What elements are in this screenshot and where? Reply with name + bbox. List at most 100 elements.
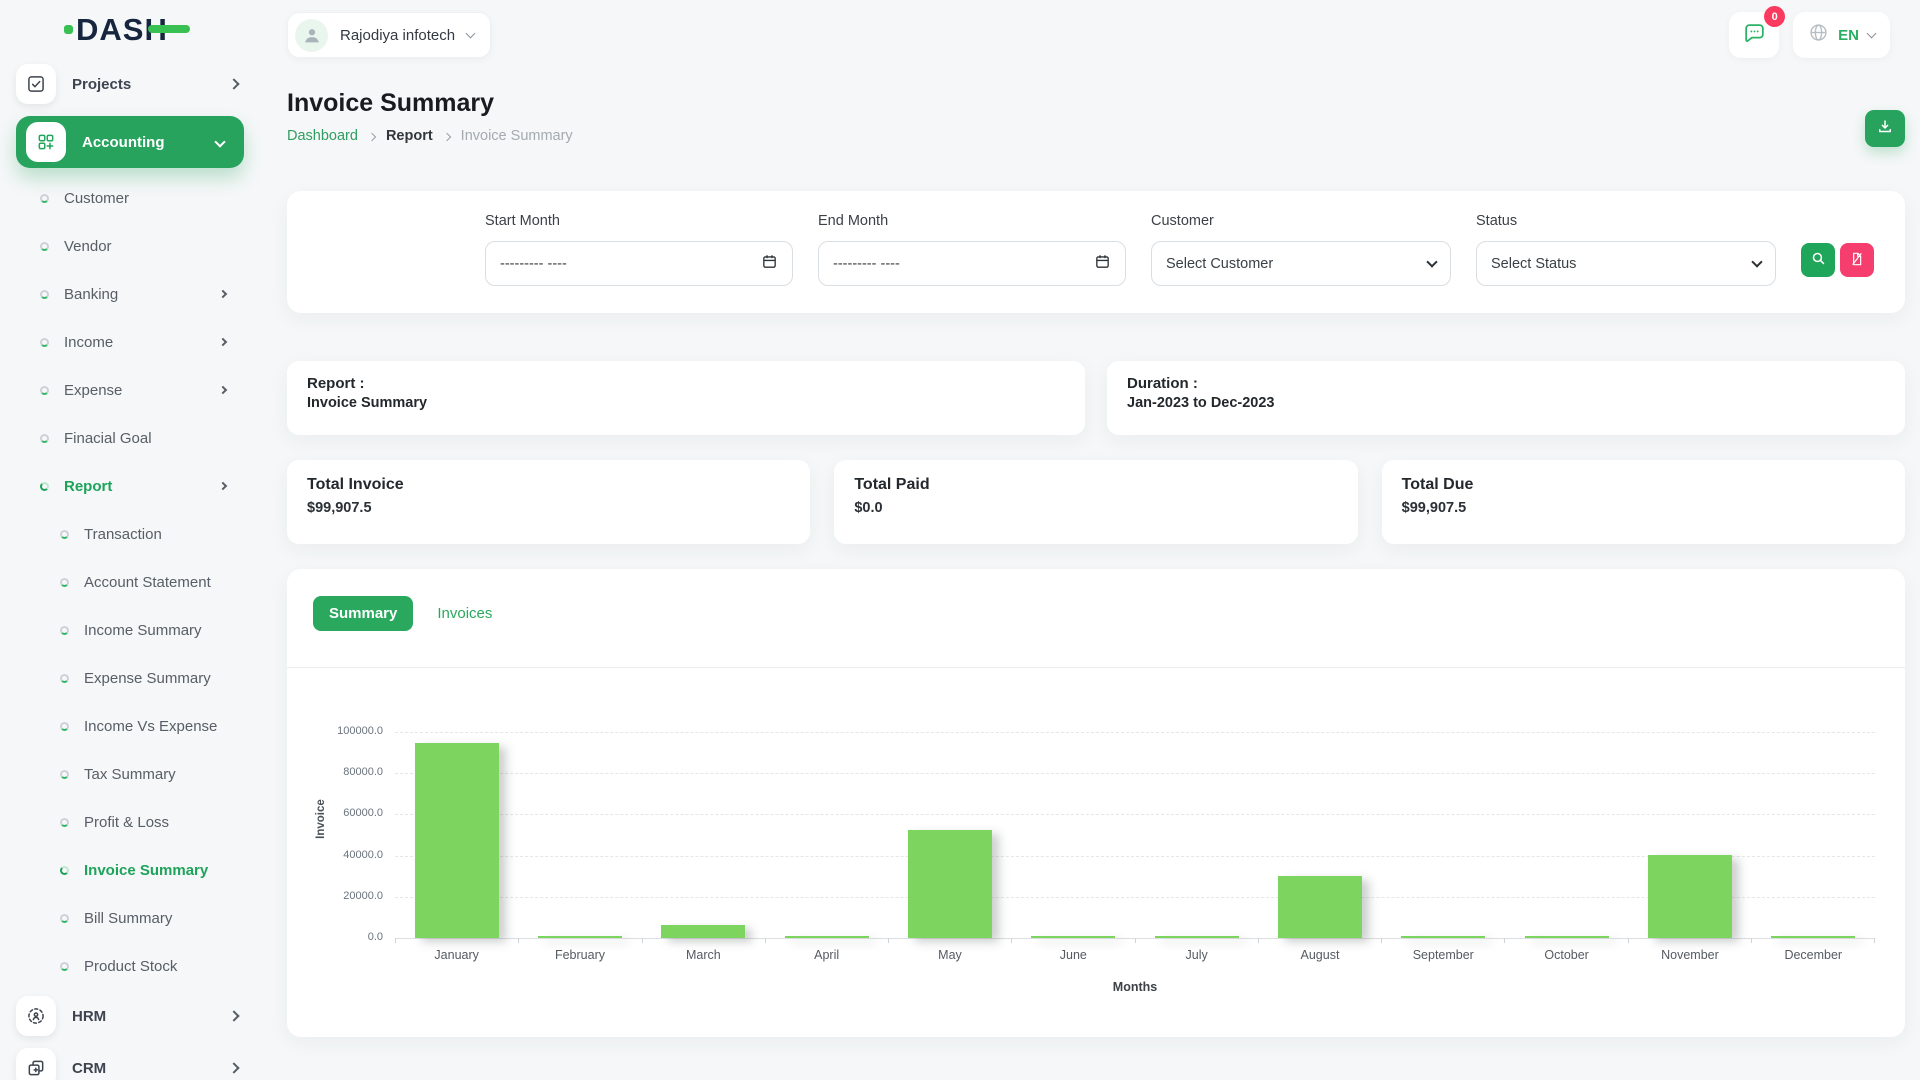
total-due-value: $99,907.5: [1402, 500, 1885, 516]
chart-tabs: Summary Invoices: [287, 569, 1905, 631]
bar-august[interactable]: [1278, 876, 1362, 938]
calendar-icon[interactable]: [1094, 253, 1111, 275]
sidebar-item-account-statement[interactable]: Account Statement: [0, 558, 264, 606]
sidebar-item-product-stock[interactable]: Product Stock: [0, 942, 264, 990]
y-tick-label: 100000.0: [291, 725, 383, 737]
sidebar-item-expense[interactable]: Expense: [0, 366, 264, 414]
sidebar-item-income[interactable]: Income: [0, 318, 264, 366]
breadcrumb-report[interactable]: Report: [386, 128, 433, 144]
sidebar-item-customer[interactable]: Customer: [0, 174, 264, 222]
sidebar-item-label: Bill Summary: [84, 910, 172, 927]
customer-label: Customer: [1151, 213, 1451, 229]
calendar-icon[interactable]: [761, 253, 778, 275]
logo-link[interactable]: DASH: [64, 14, 168, 45]
bar-may[interactable]: [908, 830, 992, 938]
sidebar-item-tax-summary[interactable]: Tax Summary: [0, 750, 264, 798]
sidebar-item-banking[interactable]: Banking: [0, 270, 264, 318]
chevron-down-icon: [1751, 256, 1762, 267]
download-button[interactable]: [1865, 110, 1905, 147]
bar-column: [1382, 732, 1505, 938]
sidebar-item-accounting[interactable]: Accounting: [16, 116, 244, 168]
bar-column: [1628, 732, 1751, 938]
sidebar-item-label: Invoice Summary: [84, 862, 208, 879]
sidebar-item-hrm[interactable]: HRM: [0, 990, 264, 1042]
y-tick-label: 40000.0: [291, 849, 383, 861]
sidebar-item-label: Tax Summary: [84, 766, 176, 783]
sidebar: DASH Projects Accounting Customer Vendor Ban…: [0, 0, 264, 1080]
x-tick-label: January: [395, 948, 518, 962]
y-tick-label: 60000.0: [291, 807, 383, 819]
status-select[interactable]: Select Status: [1476, 241, 1776, 286]
reset-filter-button[interactable]: [1840, 243, 1874, 277]
bullet-icon: [40, 242, 49, 251]
logo-dot-icon: [64, 25, 73, 34]
search-icon: [1810, 250, 1827, 270]
chevron-right-icon: [368, 132, 376, 140]
chart-card: Summary Invoices Invoice Months 100000.0…: [287, 569, 1905, 1037]
end-month-input[interactable]: --------- ----: [818, 241, 1126, 286]
sidebar-item-label: Customer: [64, 190, 129, 207]
tab-summary[interactable]: Summary: [313, 596, 413, 631]
search-button[interactable]: [1801, 243, 1835, 277]
sidebar-item-profit-loss[interactable]: Profit & Loss: [0, 798, 264, 846]
accounting-icon: [26, 122, 66, 162]
bar-november[interactable]: [1648, 855, 1732, 938]
bar-column: [395, 732, 518, 938]
total-invoice-value: $99,907.5: [307, 500, 790, 516]
duration-card-title: Duration :: [1127, 375, 1885, 392]
sidebar-item-label: Account Statement: [84, 574, 211, 591]
bullet-icon: [60, 866, 69, 875]
sidebar-item-crm[interactable]: CRM: [0, 1042, 264, 1080]
x-tick-label: April: [765, 948, 888, 962]
tab-invoices[interactable]: Invoices: [421, 596, 508, 631]
sidebar-item-income-vs-expense[interactable]: Income Vs Expense: [0, 702, 264, 750]
x-axis-ticks: [395, 938, 1875, 943]
chevron-right-icon: [228, 1010, 239, 1021]
bullet-icon: [60, 674, 69, 683]
end-month-group: End Month --------- ----: [818, 213, 1126, 286]
sidebar-item-bill-summary[interactable]: Bill Summary: [0, 894, 264, 942]
bullet-icon: [40, 386, 49, 395]
logo: DASH: [0, 0, 264, 58]
sidebar-item-label: Vendor: [64, 238, 112, 255]
x-tick-label: May: [888, 948, 1011, 962]
chevron-down-icon: [214, 136, 225, 147]
breadcrumb-dashboard[interactable]: Dashboard: [287, 128, 358, 144]
sidebar-item-label: Income Vs Expense: [84, 718, 217, 735]
tabs-divider: [287, 667, 1905, 668]
total-paid-card: Total Paid $0.0: [834, 460, 1357, 544]
y-tick-label: 80000.0: [291, 766, 383, 778]
sidebar-item-report[interactable]: Report: [0, 462, 264, 510]
sidebar-item-income-summary[interactable]: Income Summary: [0, 606, 264, 654]
chart-x-axis-title: Months: [395, 980, 1875, 994]
chevron-right-icon: [228, 78, 239, 89]
x-tick-label: February: [518, 948, 641, 962]
sidebar-nav: ProjectsAccountingCustomerVendorBankingI…: [0, 58, 264, 1080]
bar-column: [1752, 732, 1875, 938]
sidebar-item-label: Accounting: [82, 134, 165, 151]
sidebar-item-vendor[interactable]: Vendor: [0, 222, 264, 270]
projects-icon: [16, 64, 56, 104]
customer-select[interactable]: Select Customer: [1151, 241, 1451, 286]
sidebar-item-label: Report: [64, 478, 112, 495]
sidebar-item-invoice-summary[interactable]: Invoice Summary: [0, 846, 264, 894]
status-label: Status: [1476, 213, 1776, 229]
bullet-icon: [60, 722, 69, 731]
total-due-card: Total Due $99,907.5: [1382, 460, 1905, 544]
sidebar-item-finacial-goal[interactable]: Finacial Goal: [0, 414, 264, 462]
start-month-input[interactable]: --------- ----: [485, 241, 793, 286]
sidebar-item-projects[interactable]: Projects: [0, 58, 264, 110]
bar-january[interactable]: [415, 743, 499, 938]
start-month-label: Start Month: [485, 213, 793, 229]
sidebar-item-transaction[interactable]: Transaction: [0, 510, 264, 558]
total-invoice-card: Total Invoice $99,907.5: [287, 460, 810, 544]
bullet-icon: [60, 914, 69, 923]
customer-group: Customer Select Customer: [1151, 213, 1451, 286]
bullet-icon: [40, 290, 49, 299]
invoice-bar-chart: Months 100000.080000.060000.040000.02000…: [395, 732, 1875, 938]
x-tick-label: September: [1382, 948, 1505, 962]
chevron-right-icon: [442, 132, 450, 140]
breadcrumb: Dashboard Report Invoice Summary: [287, 128, 573, 144]
bar-march[interactable]: [661, 925, 745, 938]
sidebar-item-expense-summary[interactable]: Expense Summary: [0, 654, 264, 702]
